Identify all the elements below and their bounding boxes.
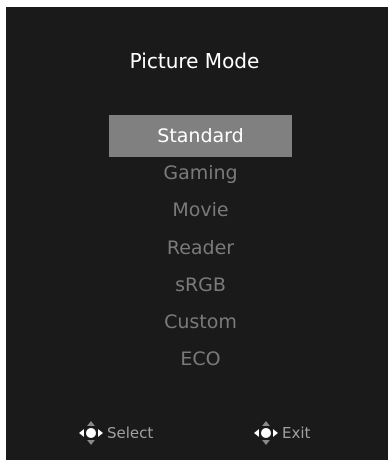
mode-option-gaming[interactable]: Gaming	[109, 152, 292, 194]
exit-hint[interactable]: Exit	[254, 421, 310, 445]
dpad-exit-icon	[254, 421, 278, 445]
mode-option-srgb[interactable]: sRGB	[109, 264, 292, 306]
menu-title: Picture Mode	[129, 49, 260, 73]
mode-option-custom[interactable]: Custom	[109, 301, 292, 343]
select-hint[interactable]: Select	[79, 421, 153, 445]
mode-option-standard[interactable]: Standard	[109, 115, 292, 157]
exit-label: Exit	[282, 424, 311, 442]
osd-menu-panel: Picture Mode Standard Gaming Movie Reade…	[6, 7, 388, 460]
mode-option-reader[interactable]: Reader	[109, 227, 292, 269]
mode-option-eco[interactable]: ECO	[109, 338, 292, 380]
select-label: Select	[107, 424, 154, 442]
dpad-select-icon	[79, 421, 103, 445]
mode-option-movie[interactable]: Movie	[109, 189, 292, 231]
